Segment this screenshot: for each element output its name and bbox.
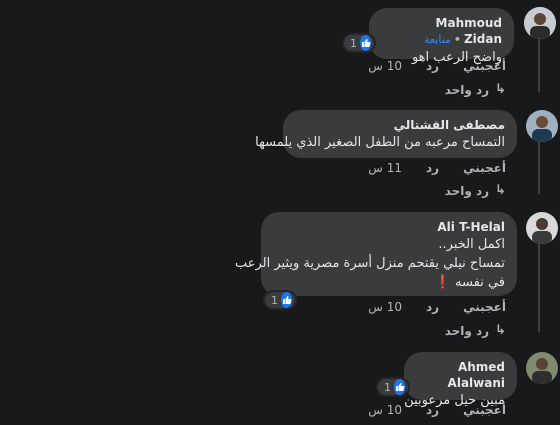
thumbs-up-icon bbox=[360, 35, 371, 51]
replies-link[interactable]: رد واحد bbox=[445, 83, 489, 97]
reaction-count[interactable]: 1 bbox=[263, 290, 297, 310]
replies-link[interactable]: رد واحد bbox=[445, 184, 489, 198]
separator-dot: • bbox=[453, 33, 461, 46]
view-replies[interactable]: ↳ رد واحد bbox=[445, 183, 506, 198]
comment-bubble: Ahmed Alalwani مبين حيل مرعوبين bbox=[404, 352, 517, 408]
avatar[interactable] bbox=[526, 110, 558, 142]
author-name[interactable]: Ahmed Alalwani bbox=[416, 359, 505, 391]
reaction-number: 1 bbox=[350, 36, 357, 50]
reply-action[interactable]: رد bbox=[426, 59, 439, 73]
comment-bubble: Mahmoud Zidan•متابعة واضح الرعب اهو bbox=[369, 8, 514, 65]
thread-line bbox=[538, 244, 540, 332]
avatar-image bbox=[526, 110, 558, 142]
comment-actions: أعجبني رد 10 س bbox=[368, 59, 506, 73]
like-action[interactable]: أعجبني bbox=[463, 300, 506, 314]
avatar[interactable] bbox=[526, 212, 558, 244]
avatar-image bbox=[526, 212, 558, 244]
comment-actions: أعجبني رد 10 س bbox=[368, 300, 506, 314]
like-action[interactable]: أعجبني bbox=[463, 403, 506, 417]
thread-line bbox=[538, 38, 540, 92]
author-name[interactable]: Ali T-Helal bbox=[273, 219, 505, 235]
reply-arrow-icon: ↳ bbox=[495, 82, 506, 97]
comment-bubble: Ali T-Helal اكمل الخبر.. تمساح نيلي يقتح… bbox=[234, 212, 517, 296]
comment-text-line: تمساح نيلي يقتحم منزل أسرة مصرية ويثير ا… bbox=[234, 256, 505, 271]
reply-arrow-icon: ↳ bbox=[495, 183, 506, 198]
exclamation-emoji: ❗ bbox=[434, 275, 451, 290]
avatar-image bbox=[524, 7, 556, 39]
comment-text: التمساح مرعبه من الطفل الصغير الذي يلمسه… bbox=[255, 135, 505, 150]
view-replies[interactable]: ↳ رد واحد bbox=[445, 82, 506, 97]
like-action[interactable]: أعجبني bbox=[463, 161, 506, 175]
follow-link[interactable]: متابعة bbox=[424, 33, 451, 46]
avatar[interactable] bbox=[526, 352, 558, 384]
timestamp[interactable]: 11 س bbox=[368, 161, 402, 175]
avatar[interactable] bbox=[524, 7, 556, 39]
reaction-number: 1 bbox=[384, 380, 391, 394]
avatar-image bbox=[526, 352, 558, 384]
replies-link[interactable]: رد واحد bbox=[445, 324, 489, 338]
thumbs-up-icon bbox=[394, 379, 405, 395]
reply-action[interactable]: رد bbox=[426, 300, 439, 314]
reply-action[interactable]: رد bbox=[426, 161, 439, 175]
reaction-count[interactable]: 1 bbox=[376, 377, 410, 397]
reply-action[interactable]: رد bbox=[426, 403, 439, 417]
comment-bubble: مصطفى القشتالي التمساح مرعبه من الطفل ال… bbox=[255, 110, 517, 158]
comment-actions: أعجبني رد 11 س bbox=[368, 161, 506, 175]
reaction-count[interactable]: 1 bbox=[342, 33, 376, 53]
comment-author[interactable]: Mahmoud Zidan•متابعة bbox=[381, 15, 502, 48]
comment-text-part: في نفسه bbox=[455, 275, 505, 290]
thumbs-up-icon bbox=[281, 292, 292, 308]
view-replies[interactable]: ↳ رد واحد bbox=[445, 323, 506, 338]
comment-text-line: اكمل الخبر.. bbox=[438, 237, 505, 252]
reaction-number: 1 bbox=[271, 293, 278, 307]
thread-line bbox=[538, 140, 540, 194]
timestamp[interactable]: 10 س bbox=[368, 59, 402, 73]
author-name[interactable]: مصطفى القشتالي bbox=[295, 117, 505, 133]
comment-text-line: في نفسه ❗ bbox=[273, 273, 505, 292]
like-action[interactable]: أعجبني bbox=[463, 59, 506, 73]
timestamp[interactable]: 10 س bbox=[368, 300, 402, 314]
reply-arrow-icon: ↳ bbox=[495, 323, 506, 338]
comment-actions: أعجبني رد 10 س bbox=[368, 403, 506, 417]
timestamp[interactable]: 10 س bbox=[368, 403, 402, 417]
